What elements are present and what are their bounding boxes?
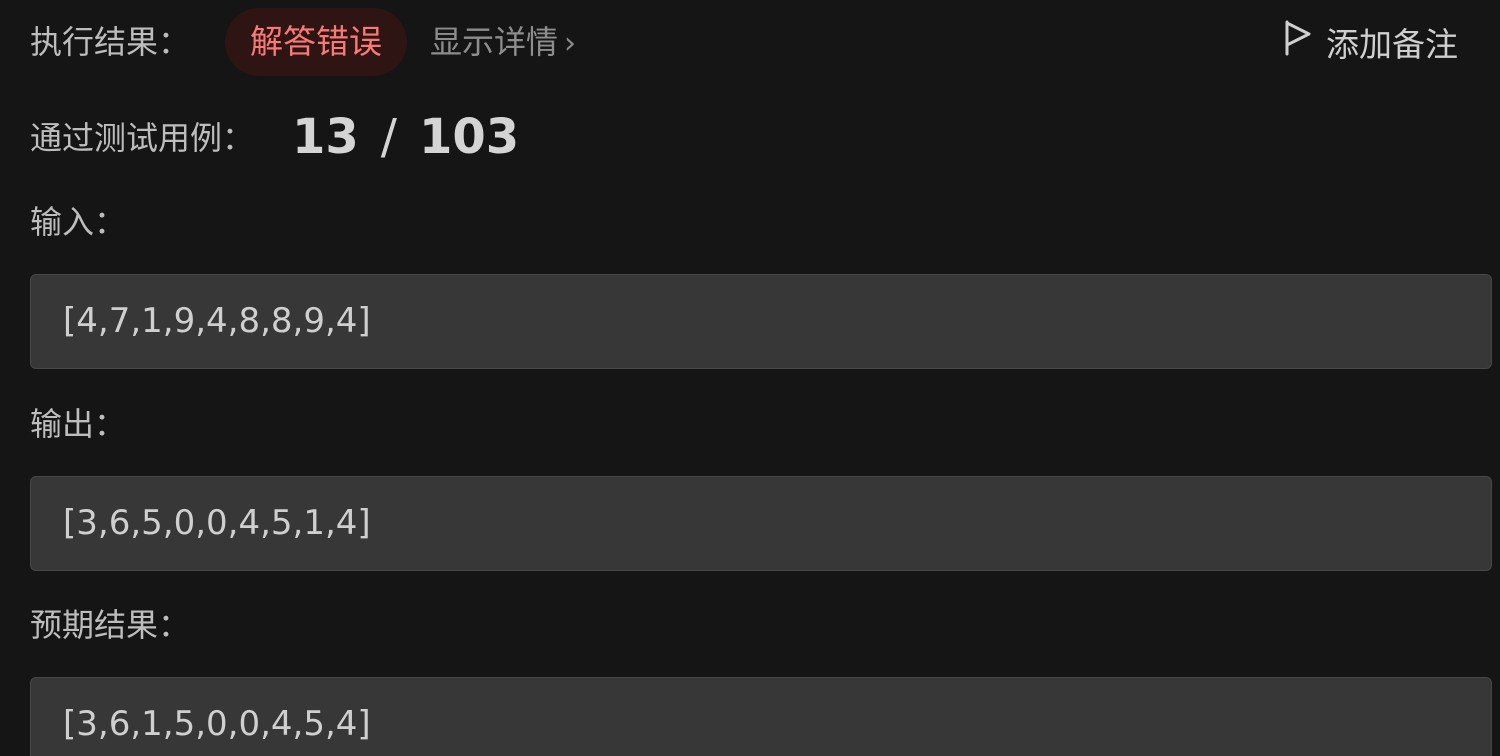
- output-value-box: [3,6,5,0,0,4,5,1,4]: [30, 476, 1492, 571]
- flag-icon: [1284, 20, 1312, 64]
- output-label: 输出：: [30, 405, 127, 443]
- input-label: 输入：: [30, 203, 127, 241]
- add-note-label: 添加备注: [1326, 25, 1458, 64]
- expected-value-box: [3,6,1,5,0,0,4,5,4]: [30, 677, 1492, 756]
- input-value-box: [4,7,1,9,4,8,8,9,4]: [30, 274, 1492, 369]
- show-details-label: 显示详情: [430, 23, 559, 61]
- result-label: 执行结果：: [30, 23, 191, 61]
- total-count: 103: [418, 109, 520, 165]
- count-separator: /: [380, 109, 397, 165]
- show-details-link[interactable]: 显示详情 ›: [430, 22, 576, 64]
- passed-testcases-count: 13 / 103: [292, 108, 519, 166]
- chevron-right-icon: ›: [564, 26, 577, 61]
- status-badge: 解答错误: [225, 8, 407, 76]
- passed-count: 13: [292, 109, 359, 165]
- add-note-button[interactable]: 添加备注: [1284, 20, 1458, 64]
- expected-label: 预期结果：: [30, 606, 191, 644]
- submission-result-panel: 执行结果： 解答错误 显示详情 › 添加备注 通过测试用例： 13 / 103 输入：…: [0, 0, 1500, 756]
- testcases-label: 通过测试用例：: [30, 119, 255, 157]
